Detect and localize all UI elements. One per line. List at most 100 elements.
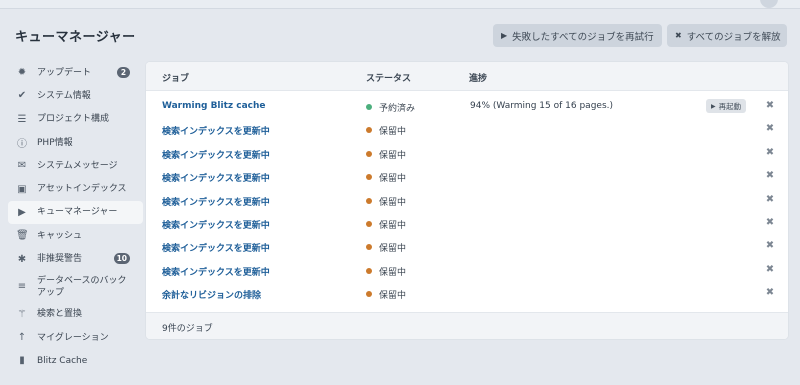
job-status: 保留中	[366, 195, 406, 208]
job-status: 保留中	[366, 171, 406, 184]
remove-job-icon[interactable]: ✖	[764, 264, 776, 275]
avatar[interactable]	[760, 0, 778, 8]
sidebar-item-label: システム情報	[37, 90, 91, 101]
arrow-up-icon: ↑	[17, 332, 27, 344]
remove-job-icon[interactable]: ✖	[764, 217, 776, 228]
sidebar-item-queue-manager[interactable]: ▶ キューマネージャー	[8, 200, 143, 225]
job-title-link[interactable]: Warming Blitz cache	[162, 101, 266, 111]
job-title-link[interactable]: 検索インデックスを更新中	[162, 195, 270, 208]
job-status: 保留中	[366, 241, 406, 254]
remove-job-icon[interactable]: ✖	[764, 240, 776, 251]
job-title-link[interactable]: 余計なリビジョンの排除	[162, 288, 261, 301]
job-title-link[interactable]: 検索インデックスを更新中	[162, 241, 270, 254]
sidebar-item-label: 非推奨警告	[37, 254, 83, 265]
sidebar-item-php-info[interactable]: ⓘ PHP情報	[8, 131, 143, 154]
table-row: 検索インデックスを更新中 保留中 ✖	[146, 165, 788, 188]
status-dot	[366, 291, 372, 298]
status-dot	[366, 220, 372, 227]
sidebar-item-label: データベースのバックアップ	[37, 275, 127, 298]
table-row: 検索インデックスを更新中 保留中 ✖	[146, 235, 788, 258]
sidebar-item-db-backup[interactable]: ≡ データベースのバックアップ	[8, 271, 143, 303]
page-title: キューマネージャー	[15, 30, 136, 45]
restart-job-button[interactable]: ▶ 再起動	[706, 99, 747, 113]
job-title-link[interactable]: 検索インデックスを更新中	[162, 218, 270, 231]
job-status-label: 保留中	[379, 220, 407, 231]
sidebar-item-migrations[interactable]: ↑ マイグレーション	[8, 326, 143, 349]
job-progress: 94% (Warming 15 of 16 pages.)	[470, 101, 614, 111]
warnings-count-badge: 10	[113, 253, 130, 265]
close-icon: ✖	[675, 31, 682, 40]
table-row: 検索インデックスを更新中 保留中 ✖	[146, 259, 788, 282]
job-status: 予約済み	[366, 101, 415, 114]
job-status-label: 保留中	[379, 197, 407, 208]
top-bar	[0, 0, 800, 9]
play-icon: ▶	[501, 31, 508, 40]
status-dot	[366, 127, 372, 134]
status-dot	[366, 267, 372, 274]
remove-job-icon[interactable]: ✖	[764, 287, 776, 298]
retry-failed-jobs-button[interactable]: ▶ 失敗したすべてのジョブを再試行	[493, 24, 662, 47]
table-row: 検索インデックスを更新中 保留中 ✖	[146, 118, 788, 141]
sidebar-item-find-replace[interactable]: ⚚ 検索と置換	[8, 303, 143, 326]
retry-failed-jobs-label: 失敗したすべてのジョブを再試行	[512, 31, 654, 43]
job-status: 保留中	[366, 288, 406, 301]
check-icon: ✔	[17, 90, 27, 102]
sidebar-item-label: システムメッセージ	[37, 160, 118, 171]
column-header-job: ジョブ	[162, 74, 190, 84]
table-row: 検索インデックスを更新中 保留中 ✖	[146, 212, 788, 235]
job-title-link[interactable]: 検索インデックスを更新中	[162, 124, 270, 137]
remove-job-icon[interactable]: ✖	[764, 123, 776, 134]
remove-job-icon[interactable]: ✖	[764, 170, 776, 181]
trash-icon: 🗑	[16, 230, 29, 242]
sidebar-item-asset-indexes[interactable]: ▣ アセットインデックス	[8, 177, 143, 200]
sidebar-item-caches[interactable]: 🗑 キャッシュ	[8, 224, 143, 247]
sidebar-item-label: Blitz Cache	[37, 355, 88, 366]
remove-job-icon[interactable]: ✖	[764, 194, 776, 205]
sidebar-item-updates[interactable]: ✹ アップデート 2	[8, 61, 143, 84]
sidebar-item-label: プロジェクト構成	[37, 114, 110, 125]
magic-wand-icon: ⚚	[17, 308, 27, 320]
job-title-link[interactable]: 検索インデックスを更新中	[162, 265, 270, 278]
sidebar-item-label: キューマネージャー	[37, 207, 118, 218]
database-icon: ≡	[17, 281, 27, 293]
release-all-jobs-label: すべてのジョブを解放	[686, 31, 781, 43]
table-header: ジョブ ステータス 進捗	[146, 62, 788, 91]
job-status: 保留中	[366, 124, 406, 137]
status-dot	[366, 197, 372, 204]
job-status-label: 保留中	[379, 267, 407, 278]
sidebar-item-blitz-cache[interactable]: ▮ Blitz Cache	[8, 349, 143, 372]
table-row: Warming Blitz cache 予約済み 94% (Warming 15…	[146, 95, 788, 118]
sidebar-item-label: アセットインデックス	[37, 184, 127, 195]
queue-jobs-table: ジョブ ステータス 進捗 Warming Blitz cache 予約済み 94…	[146, 62, 788, 339]
remove-job-icon[interactable]: ✖	[764, 147, 776, 158]
restart-job-label: 再起動	[718, 101, 742, 111]
job-status-label: 保留中	[379, 174, 407, 185]
status-dot	[366, 244, 372, 251]
table-row: 余計なリビジョンの排除 保留中 ✖	[146, 282, 788, 305]
sidebar-item-project-config[interactable]: ☰ プロジェクト構成	[8, 108, 143, 131]
job-title-link[interactable]: 検索インデックスを更新中	[162, 148, 270, 161]
bug-icon: ✱	[17, 253, 27, 265]
play-icon: ▶	[711, 102, 716, 110]
sidebar-item-system-info[interactable]: ✔ システム情報	[8, 84, 143, 107]
job-status: 保留中	[366, 265, 406, 278]
sidebar-item-label: マイグレーション	[37, 332, 109, 343]
job-status-label: 保留中	[379, 127, 407, 138]
gear-icon: ✹	[17, 67, 27, 79]
sidebar-item-label: キャッシュ	[37, 230, 83, 241]
status-dot	[366, 104, 372, 110]
sidebar-item-system-messages[interactable]: ✉ システムメッセージ	[8, 154, 143, 177]
job-status-label: 保留中	[379, 291, 407, 302]
sidebar-item-label: 検索と置換	[37, 309, 83, 320]
column-header-progress: 進捗	[469, 74, 488, 84]
release-all-jobs-button[interactable]: ✖ すべてのジョブを解放	[667, 24, 787, 47]
job-title-link[interactable]: 検索インデックスを更新中	[162, 171, 270, 184]
remove-job-icon[interactable]: ✖	[764, 100, 776, 111]
sidebar-item-deprecation-warnings[interactable]: ✱ 非推奨警告 10	[8, 247, 143, 270]
envelope-icon: ✉	[17, 160, 27, 172]
sidebar-item-label: PHP情報	[37, 137, 73, 148]
job-status-label: 保留中	[379, 150, 407, 161]
table-footer: 9件のジョブ	[146, 312, 788, 339]
image-icon: ▣	[17, 183, 27, 195]
table-row: 検索インデックスを更新中 保留中 ✖	[146, 142, 788, 165]
